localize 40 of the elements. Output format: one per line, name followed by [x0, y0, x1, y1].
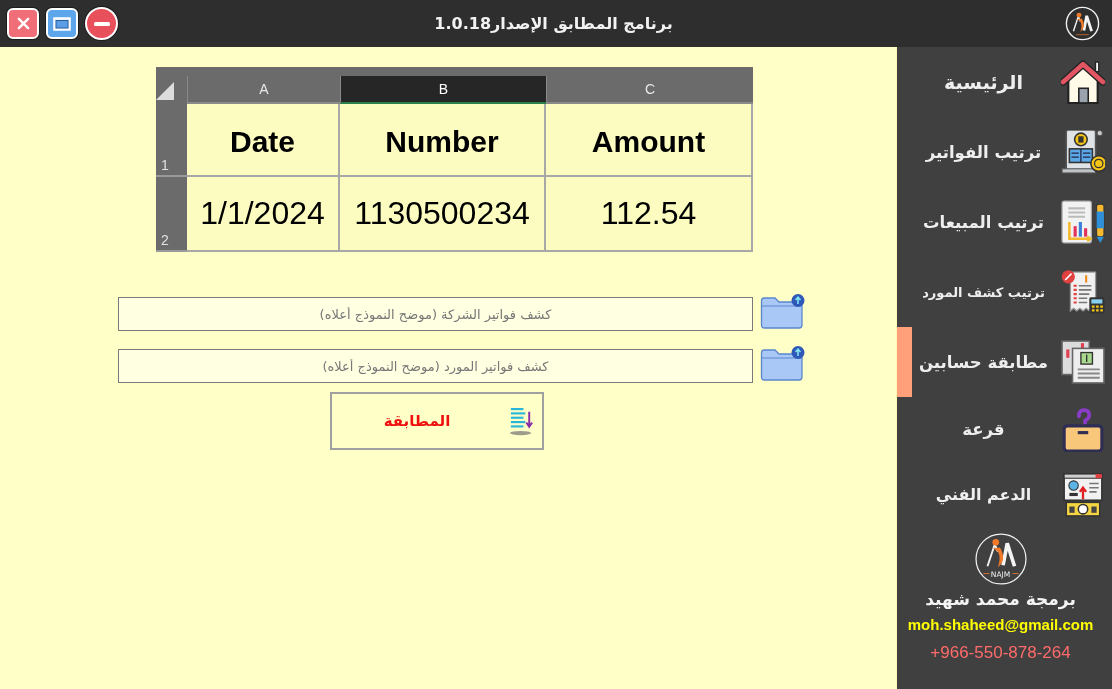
table-cell: Amount	[546, 104, 753, 177]
author-email: moh.shaheed@gmail.com	[907, 615, 1094, 635]
row-header: 1	[156, 104, 187, 177]
house-icon	[1061, 60, 1105, 104]
sidebar-item[interactable]: ترتيب كشف المورد	[897, 257, 1112, 327]
maximize-button[interactable]	[46, 8, 78, 39]
sidebar-item[interactable]: ترتيب الفواتير	[897, 117, 1112, 187]
sidebar-item[interactable]: الدعم الفني	[897, 462, 1112, 527]
column-header: B	[340, 76, 546, 104]
table-cell: 1130500234	[340, 177, 546, 252]
table-cell: Number	[340, 104, 546, 177]
author-name: برمجة محمد شهيد	[925, 588, 1076, 611]
logo-icon	[1065, 6, 1100, 41]
list-down-arrow-icon	[508, 405, 535, 437]
sidebar-item[interactable]: ترتيب المبيعات	[897, 187, 1112, 257]
table-cell: 1/1/2024	[187, 177, 340, 252]
row-header: 2	[156, 177, 187, 252]
report-chart-icon	[1061, 200, 1105, 244]
box-question-icon	[1061, 407, 1105, 452]
receipt-calculator-icon	[1061, 270, 1105, 314]
sidebar-item[interactable]: مطابقة حسابين	[897, 327, 1112, 397]
minimize-button[interactable]	[85, 7, 118, 40]
maximize-icon	[53, 16, 71, 31]
window-title: برنامج المطابق الإصدار1.0.18	[434, 14, 673, 33]
folder-upload-icon[interactable]	[760, 293, 806, 329]
author-phone: +966-550-878-264	[930, 643, 1071, 663]
sidebar-item[interactable]: قرعة	[897, 397, 1112, 462]
close-button[interactable]	[7, 8, 39, 39]
receipt-coin-icon	[1061, 130, 1105, 174]
corner-triangle-icon	[156, 82, 174, 100]
close-icon	[16, 17, 30, 30]
browser-cash-icon	[1061, 472, 1105, 517]
logo-icon	[974, 533, 1027, 585]
minimize-icon	[93, 21, 110, 26]
match-button[interactable]: المطابقة	[330, 392, 544, 450]
table-cell: 112.54	[546, 177, 753, 252]
documents-icon	[1061, 340, 1105, 384]
sidebar-item[interactable]: الرئيسية	[897, 47, 1112, 117]
table-cell: Date	[187, 104, 340, 177]
folder-upload-icon[interactable]	[760, 345, 806, 381]
